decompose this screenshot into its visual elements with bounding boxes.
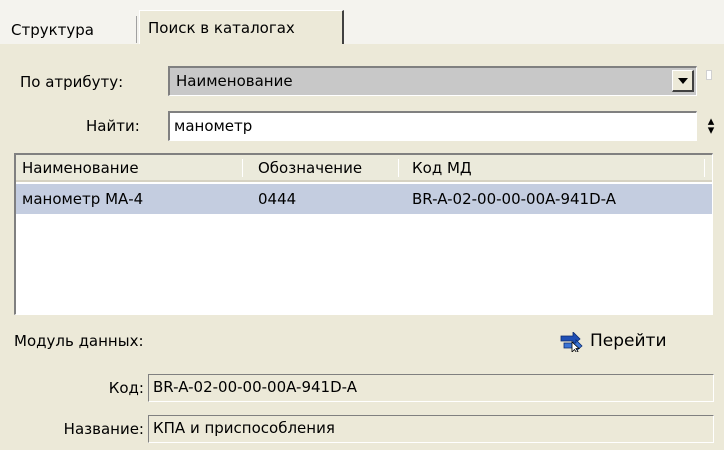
name-field: КПА и приспособления bbox=[148, 415, 714, 443]
tab-catalog-search[interactable]: Поиск в каталогах bbox=[139, 10, 344, 44]
column-header-designation[interactable]: Обозначение bbox=[258, 159, 362, 177]
attribute-select-value: Наименование bbox=[176, 72, 293, 90]
table-header: Наименование Обозначение Код МД bbox=[16, 155, 712, 182]
results-table[interactable]: Наименование Обозначение Код МД манометр… bbox=[14, 153, 713, 315]
cell-name: манометр МА-4 bbox=[22, 190, 144, 208]
tab-catalog-search-label: Поиск в каталогах bbox=[148, 19, 295, 37]
goto-button[interactable]: Перейти bbox=[560, 330, 700, 356]
spin-arrows-icon[interactable]: ▴ ▾ bbox=[704, 115, 718, 137]
tab-structure[interactable]: Структура bbox=[5, 16, 137, 43]
tab-structure-label: Структура bbox=[11, 21, 94, 39]
side-marker bbox=[706, 70, 712, 80]
name-label: Название: bbox=[63, 420, 144, 438]
module-section-label: Модуль данных: bbox=[14, 332, 144, 350]
tab-strip: Структура Поиск в каталогах bbox=[0, 0, 724, 44]
cell-designation: 0444 bbox=[258, 190, 297, 208]
goto-button-label: Перейти bbox=[590, 331, 667, 351]
search-input-value: манометр bbox=[174, 117, 253, 135]
column-header-md-code[interactable]: Код МД bbox=[412, 159, 472, 177]
code-label: Код: bbox=[108, 379, 144, 397]
column-divider[interactable] bbox=[242, 159, 243, 177]
cell-md-code: BR-A-02-00-00-00A-941D-A bbox=[412, 190, 616, 208]
search-input[interactable]: манометр bbox=[168, 111, 697, 141]
attribute-select[interactable]: Наименование bbox=[168, 66, 697, 96]
column-divider[interactable] bbox=[398, 159, 399, 177]
column-divider[interactable] bbox=[704, 159, 705, 177]
chevron-down-icon[interactable] bbox=[672, 70, 694, 92]
attribute-label: По атрибуту: bbox=[20, 73, 124, 91]
goto-arrow-icon bbox=[560, 331, 584, 354]
code-field-value: BR-A-02-00-00-00A-941D-A bbox=[153, 378, 357, 396]
column-header-name[interactable]: Наименование bbox=[22, 159, 139, 177]
table-row[interactable]: манометр МА-4 0444 BR-A-02-00-00-00A-941… bbox=[16, 184, 712, 214]
find-label: Найти: bbox=[86, 117, 140, 135]
code-field: BR-A-02-00-00-00A-941D-A bbox=[148, 374, 714, 402]
name-field-value: КПА и приспособления bbox=[153, 419, 335, 437]
